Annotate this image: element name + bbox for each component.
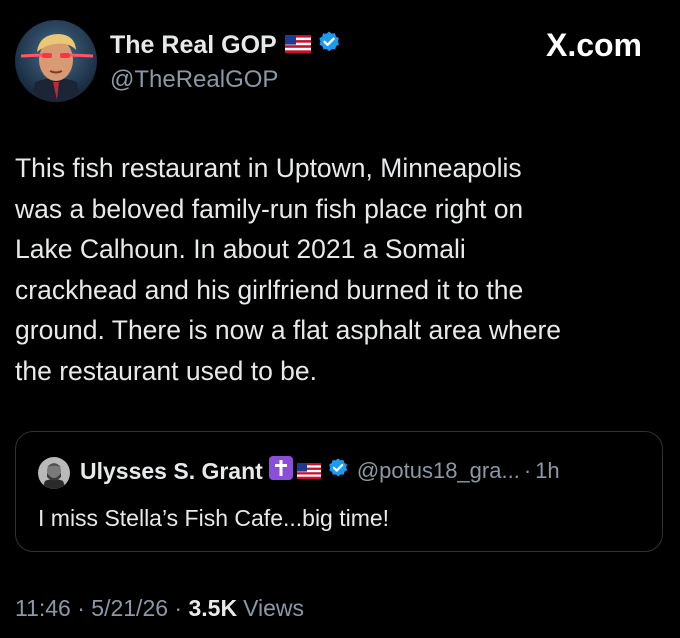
post-meta: 11:46 · 5/21/26 · 3.5K Views xyxy=(15,595,304,622)
verified-badge-icon xyxy=(327,457,349,485)
cross-icon xyxy=(268,456,293,486)
author-avatar[interactable] xyxy=(15,20,97,102)
quote-avatar[interactable] xyxy=(38,457,70,489)
quote-header: Ulysses S. Grant @potus18_gra... · 1h xyxy=(80,456,560,486)
post-card: The Real GOP @TheRealGOP X.com This fish… xyxy=(0,0,680,638)
quote-separator: · xyxy=(523,458,532,483)
post-text: This fish restaurant in Uptown, Minneapo… xyxy=(15,153,562,386)
quoted-post[interactable]: Ulysses S. Grant @potus18_gra... · 1h I … xyxy=(15,431,663,552)
us-flag-icon xyxy=(284,31,311,60)
us-flag-icon xyxy=(296,458,321,485)
quote-author-name[interactable]: Ulysses S. Grant xyxy=(80,458,263,485)
avatar-portrait-icon xyxy=(15,20,97,102)
quote-author-handle[interactable]: @potus18_gra... xyxy=(357,458,520,484)
x-logo: X.com xyxy=(546,27,642,64)
views-label: Views xyxy=(243,595,304,621)
quote-text: I miss Stella’s Fish Cafe...big time! xyxy=(38,505,390,531)
verified-badge-icon xyxy=(317,30,341,61)
post-timestamp[interactable]: 11:46 · 5/21/26 · xyxy=(15,595,188,622)
views-count: 3.5K xyxy=(188,595,238,621)
x-logo-text: X.com xyxy=(545,27,642,63)
author-name-row[interactable]: The Real GOP xyxy=(110,30,341,61)
quote-timestamp[interactable]: 1h xyxy=(535,458,559,484)
quote-avatar-portrait-icon xyxy=(38,457,70,489)
author-name[interactable]: The Real GOP xyxy=(110,31,277,60)
author-handle[interactable]: @TheRealGOP xyxy=(110,66,278,94)
